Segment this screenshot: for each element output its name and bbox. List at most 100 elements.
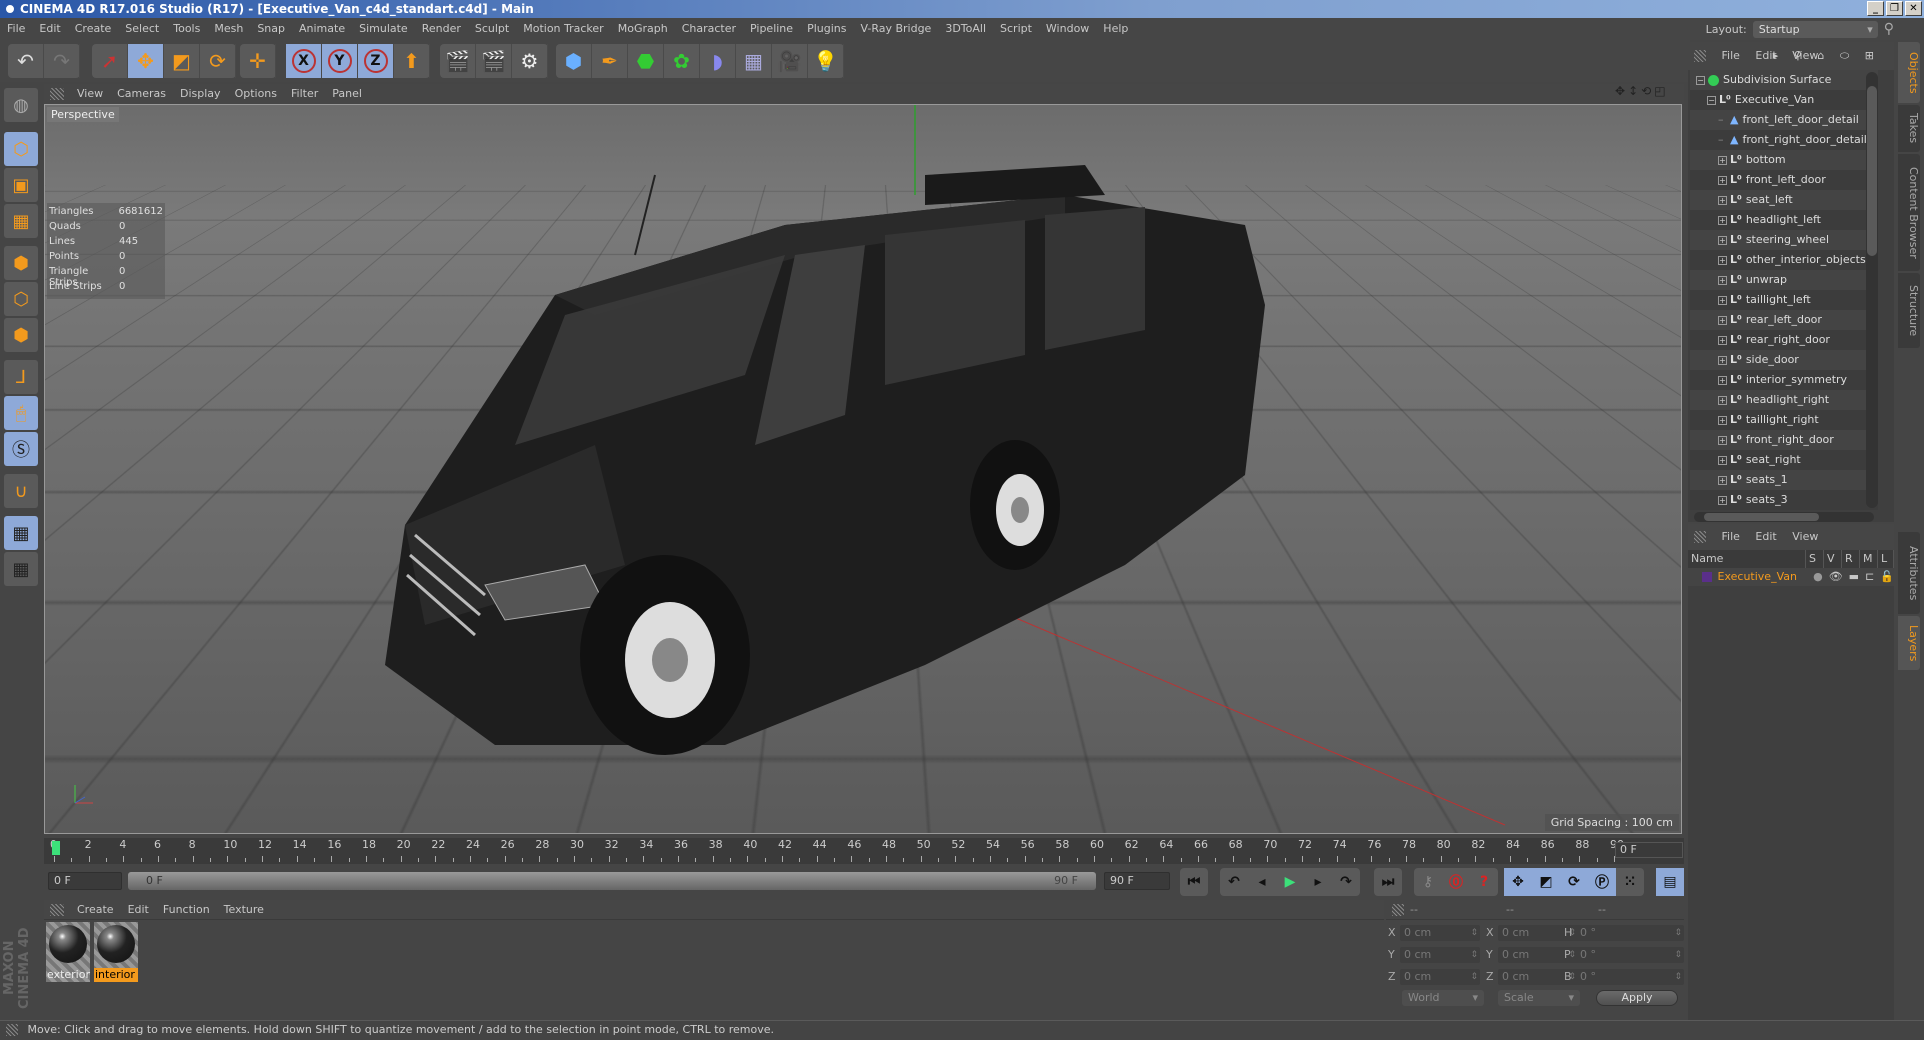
toggle-layout-icon[interactable]: ◰ — [1654, 84, 1665, 98]
object-row[interactable]: + L⁰ side_door — [1690, 350, 1878, 370]
expand-toggle-icon[interactable]: + — [1718, 455, 1727, 465]
manager-tree-icon[interactable]: ⊏ — [1865, 568, 1874, 586]
expand-toggle-icon[interactable]: + — [1718, 235, 1727, 245]
menu-sculpt[interactable]: Sculpt — [468, 18, 516, 40]
deformer-button[interactable]: ◗ — [700, 44, 736, 78]
timeline-ruler[interactable]: 0246810121416182022242628303234363840424… — [44, 838, 1684, 864]
next-frame-button[interactable]: ▸ — [1304, 868, 1332, 896]
home-icon[interactable]: ⌂ — [1811, 42, 1830, 70]
camera-button[interactable]: 🎥 — [772, 44, 808, 78]
floor-button[interactable]: ▦ — [736, 44, 772, 78]
keyframe-selection-button[interactable]: ? — [1470, 868, 1498, 896]
object-row[interactable]: + L⁰ unwrap — [1690, 270, 1878, 290]
preview-range-slider[interactable]: 0 F 90 F — [128, 872, 1096, 890]
edges-mode-button[interactable]: ⬡ — [4, 282, 38, 316]
menu-plugins[interactable]: Plugins — [800, 18, 853, 40]
object-row[interactable]: + L⁰ interior_symmetry — [1690, 370, 1878, 390]
layer-color-swatch[interactable] — [1702, 572, 1712, 582]
viewport-perspective[interactable]: Perspective Triangles 6681612 Quads 0 Lines 4… — [44, 104, 1682, 834]
layer-row[interactable]: Executive_Van ● 👁 ▬ ⊏ 🔓 — [1688, 568, 1894, 586]
material-menu-edit[interactable]: Edit — [121, 900, 156, 920]
coord-field[interactable]: 0 ° — [1576, 947, 1684, 963]
light-button[interactable]: 💡 — [808, 44, 844, 78]
tweak-mode-button[interactable]: 🖱 — [4, 396, 38, 430]
object-row[interactable]: + L⁰ taillight_right — [1690, 410, 1878, 430]
make-editable-button[interactable]: ◍ — [4, 88, 38, 122]
object-row[interactable]: + L⁰ rear_left_door — [1690, 310, 1878, 330]
layer-menu-file[interactable]: File — [1716, 524, 1746, 550]
key-pla-button[interactable]: ⁙ — [1616, 868, 1644, 896]
rotate-button[interactable]: ⟳ — [200, 44, 236, 78]
side-tab-content-browser[interactable]: Content Browser — [1898, 154, 1920, 271]
object-row[interactable]: + L⁰ steering_wheel — [1690, 230, 1878, 250]
coords-type-dropdown[interactable]: Scale — [1498, 990, 1580, 1006]
material-exterior[interactable]: exterior — [46, 922, 90, 982]
menu-pipeline[interactable]: Pipeline — [743, 18, 800, 40]
record-keys-button[interactable]: ⚷ — [1414, 868, 1442, 896]
end-frame-field[interactable]: 90 F — [1104, 872, 1170, 890]
object-row[interactable]: − L⁰ Executive_Van — [1690, 90, 1878, 110]
expand-toggle-icon[interactable]: − — [1696, 75, 1705, 85]
goto-start-button[interactable]: ⏮ — [1180, 868, 1208, 896]
planar-workplane-button[interactable]: ▦ — [4, 552, 38, 586]
coord-field[interactable]: 0 cm — [1400, 925, 1480, 941]
layer-name[interactable]: Executive_Van — [1718, 568, 1804, 586]
visible-eye-icon[interactable]: 👁 — [1829, 568, 1843, 586]
current-frame-field[interactable]: 0 F — [1615, 842, 1683, 858]
object-row[interactable]: + L⁰ seat_left — [1690, 190, 1878, 210]
object-row[interactable]: + L⁰ seats_3 — [1690, 490, 1878, 510]
material-menu-texture[interactable]: Texture — [217, 900, 271, 920]
material-menu-create[interactable]: Create — [70, 900, 121, 920]
apply-button[interactable]: Apply — [1596, 990, 1678, 1006]
expand-toggle-icon[interactable]: + — [1718, 155, 1727, 165]
play-button[interactable]: ▶ — [1276, 868, 1304, 896]
cloner-button[interactable]: ✿ — [664, 44, 700, 78]
redo-button[interactable]: ↷ — [44, 44, 80, 78]
restore-button[interactable]: ❐ — [1886, 1, 1903, 16]
expand-toggle-icon[interactable]: + — [1718, 215, 1727, 225]
menu-simulate[interactable]: Simulate — [352, 18, 415, 40]
polygons-mode-button[interactable]: ⬢ — [4, 318, 38, 352]
object-row[interactable]: – ▲ front_right_door_detail — [1690, 130, 1878, 150]
scroll-thumb[interactable] — [1704, 513, 1819, 521]
object-row[interactable]: + L⁰ rear_right_door — [1690, 330, 1878, 350]
obj-menu-file[interactable]: File — [1716, 42, 1746, 70]
menu-window[interactable]: Window — [1039, 18, 1096, 40]
menu-edit[interactable]: Edit — [32, 18, 67, 40]
object-row[interactable]: − Subdivision Surface — [1690, 70, 1878, 90]
render-clapper-icon[interactable]: ▬ — [1849, 568, 1859, 586]
col-render[interactable]: R — [1842, 550, 1860, 568]
x-axis-button[interactable]: X — [286, 44, 322, 78]
expand-toggle-icon[interactable]: + — [1718, 495, 1727, 505]
object-row[interactable]: + L⁰ front_left_door — [1690, 170, 1878, 190]
new-window-icon[interactable]: ⊞ — [1859, 42, 1880, 70]
layout-dropdown[interactable]: Startup — [1752, 20, 1878, 38]
coord-field[interactable]: 0 cm — [1400, 969, 1480, 985]
coord-field[interactable]: 0 ° — [1576, 925, 1684, 941]
scroll-thumb[interactable] — [1867, 86, 1877, 256]
menu-tools[interactable]: Tools — [166, 18, 207, 40]
menu-help[interactable]: Help — [1096, 18, 1135, 40]
object-row[interactable]: + L⁰ taillight_left — [1690, 290, 1878, 310]
object-row[interactable]: + L⁰ front_right_door — [1690, 430, 1878, 450]
search-icon[interactable]: ⚲ — [1788, 42, 1808, 70]
menu-3dtoall[interactable]: 3DToAll — [938, 18, 993, 40]
start-frame-field[interactable]: 0 F — [48, 872, 122, 890]
menu-snap[interactable]: Snap — [250, 18, 292, 40]
camera-label[interactable]: Perspective — [47, 107, 119, 122]
col-manager[interactable]: M — [1860, 550, 1878, 568]
menu-v-ray-bridge[interactable]: V-Ray Bridge — [853, 18, 938, 40]
lock-workplane-button[interactable]: ▦ — [4, 516, 38, 550]
object-row[interactable]: + L⁰ other_interior_objects — [1690, 250, 1878, 270]
undo-button[interactable]: ↶ — [8, 44, 44, 78]
live-selection-button[interactable]: ➚ — [92, 44, 128, 78]
col-name[interactable]: Name — [1688, 550, 1806, 568]
scale-button[interactable]: ◩ — [164, 44, 200, 78]
autokey-button[interactable]: ⓪ — [1442, 868, 1470, 896]
viewport-menu-filter[interactable]: Filter — [284, 84, 325, 104]
object-horizontal-scrollbar[interactable] — [1694, 512, 1874, 522]
render-view-button[interactable]: 🎬 — [440, 44, 476, 78]
model-mode-button[interactable]: ⬡ — [4, 132, 38, 166]
render-settings-button[interactable]: ⚙ — [512, 44, 548, 78]
solo-mode-button[interactable]: Ⓢ — [4, 432, 38, 466]
